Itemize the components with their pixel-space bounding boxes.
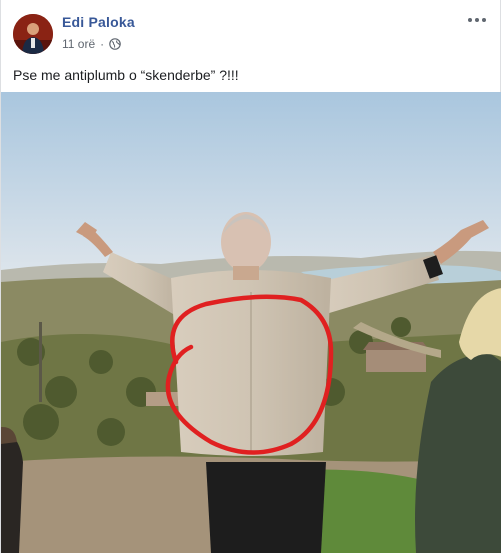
- globe-icon[interactable]: [109, 38, 121, 50]
- author-name[interactable]: Edi Paloka: [62, 14, 135, 30]
- facebook-post: Edi Paloka 11 orë · Pse me antiplumb o “…: [0, 0, 501, 553]
- menu-dot: [468, 18, 472, 22]
- menu-dot: [475, 18, 479, 22]
- photo-scene: [1, 92, 501, 553]
- post-meta: 11 orë ·: [62, 37, 121, 51]
- post-text: Pse me antiplumb o “skenderbe” ?!!!: [13, 67, 239, 83]
- meta-separator: ·: [100, 37, 105, 51]
- post-timestamp[interactable]: 11 orë: [62, 37, 95, 51]
- more-options-icon[interactable]: [464, 10, 490, 30]
- avatar[interactable]: [13, 14, 53, 54]
- utility-pole: [39, 322, 42, 402]
- avatar-image: [13, 14, 53, 54]
- menu-dot: [482, 18, 486, 22]
- post-photo[interactable]: [1, 92, 501, 553]
